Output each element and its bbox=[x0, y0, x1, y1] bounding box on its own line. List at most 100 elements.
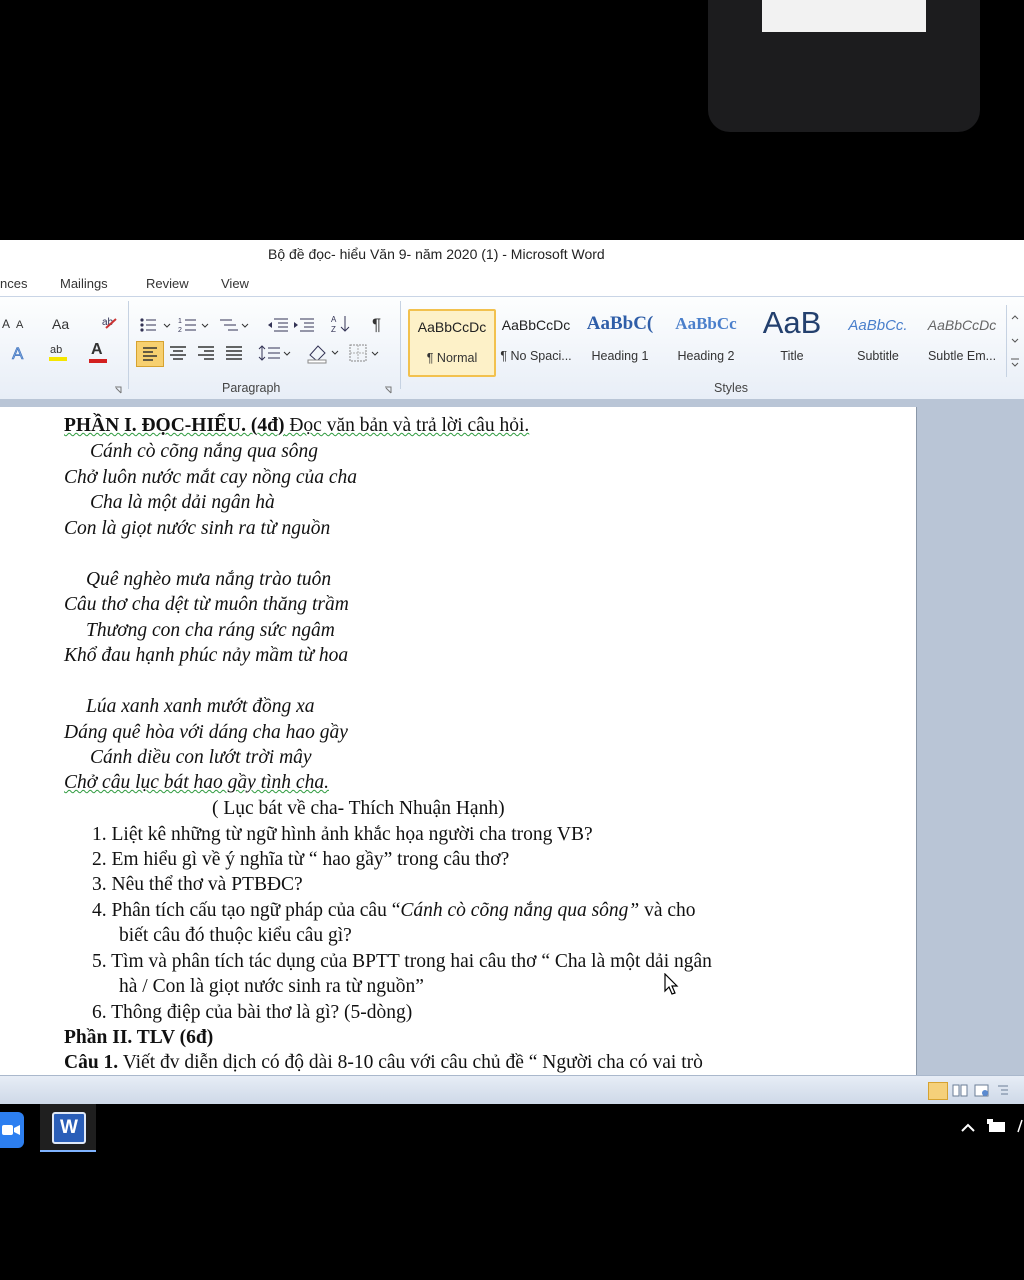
align-right-button[interactable] bbox=[194, 342, 218, 364]
style-name: Heading 2 bbox=[677, 349, 735, 363]
style-name: Subtle Em... bbox=[927, 349, 997, 363]
svg-text:1: 1 bbox=[178, 318, 182, 325]
increase-indent-icon[interactable] bbox=[292, 315, 316, 335]
full-screen-reading-view-icon[interactable] bbox=[952, 1084, 968, 1097]
style-subtle-emphasis[interactable]: AaBbCcDc Subtle Em... bbox=[920, 309, 1004, 373]
tab-mailings[interactable]: Mailings bbox=[60, 276, 108, 291]
style-heading-1[interactable]: AaBbC( Heading 1 bbox=[578, 309, 662, 373]
cau-1-text: Viết đv diễn dịch có độ dài 8-10 câu với… bbox=[118, 1052, 703, 1073]
part-2-heading: Phần II. TLV (6đ) bbox=[64, 1027, 214, 1048]
question-4-quote: Cánh cò cõng nắng qua sông” bbox=[400, 900, 640, 921]
clear-formatting-icon[interactable]: ab bbox=[100, 313, 120, 333]
bullets-icon[interactable] bbox=[138, 315, 174, 335]
font-color-bar bbox=[89, 359, 107, 363]
font-color-icon[interactable]: A bbox=[88, 341, 110, 363]
volume-icon[interactable] bbox=[1016, 1118, 1024, 1134]
line-spacing-icon[interactable] bbox=[258, 342, 292, 364]
svg-text:ab: ab bbox=[50, 344, 62, 356]
style-name: ¶ Normal bbox=[426, 351, 478, 365]
style-name: Subtitle bbox=[857, 349, 899, 363]
align-center-button[interactable] bbox=[166, 342, 190, 364]
document-page[interactable]: PHẦN I. ĐỌC-HIỂU. (4đ) Đọc văn bản và tr… bbox=[0, 407, 917, 1075]
question-5: 5. Tìm và phân tích tác dụng của BPTT tr… bbox=[92, 951, 712, 972]
show-formatting-marks-button[interactable]: ¶ bbox=[372, 315, 381, 335]
style-name: Title bbox=[780, 349, 804, 363]
style-preview: AaBbCc. bbox=[848, 317, 908, 334]
window-title: Bộ đề đọc- hiểu Văn 9- năm 2020 (1) - Mi… bbox=[268, 246, 605, 262]
poem-line: Chở luôn nước mắt cay nồng của cha bbox=[64, 467, 358, 488]
decrease-indent-icon[interactable] bbox=[266, 315, 290, 335]
outline-view-icon[interactable] bbox=[996, 1084, 1010, 1097]
paragraph-group-label: Paragraph bbox=[222, 381, 281, 395]
question-4: 4. Phân tích cấu tạo ngữ pháp của câu “C… bbox=[92, 900, 696, 922]
styles-group-label: Styles bbox=[714, 381, 749, 395]
style-preview: AaBbCcDc bbox=[501, 317, 571, 333]
question-5-line-2: hà / Con là giọt nước sinh ra từ nguồn” bbox=[119, 976, 424, 997]
sort-icon[interactable]: AZ bbox=[330, 313, 354, 335]
heading-rest: Đọc văn bản và trả lời câu hỏi. bbox=[284, 415, 530, 436]
borders-icon[interactable] bbox=[348, 343, 382, 365]
align-left-button[interactable] bbox=[136, 341, 164, 367]
paragraph-dialog-launcher-icon[interactable] bbox=[384, 383, 394, 394]
question-4-line-2: biết câu đó thuộc kiểu câu gì? bbox=[119, 925, 352, 946]
word-taskbar-button[interactable]: W bbox=[40, 1104, 96, 1152]
poem-line: Khổ đau hạnh phúc nảy mầm từ hoa bbox=[64, 645, 349, 666]
print-layout-view-icon[interactable] bbox=[928, 1082, 948, 1100]
video-overlay-preview bbox=[762, 0, 926, 32]
tab-review[interactable]: Review bbox=[146, 276, 189, 291]
poem-line: Chở câu lục bát hao gầy tình cha. bbox=[64, 772, 329, 793]
heading-bold: PHẦN I. ĐỌC-HIỂU. (4đ) bbox=[64, 415, 285, 436]
change-case-button[interactable]: Aa bbox=[52, 316, 69, 332]
styles-scroll[interactable] bbox=[1006, 305, 1023, 377]
question-4-tail: và cho bbox=[639, 900, 696, 921]
multilevel-list-icon[interactable] bbox=[218, 315, 254, 335]
justify-button[interactable] bbox=[222, 342, 246, 364]
zoom-app-icon[interactable] bbox=[0, 1112, 24, 1148]
svg-text:2: 2 bbox=[178, 327, 182, 334]
cau-1: Câu 1. Viết đv diễn dịch có độ dài 8-10 … bbox=[64, 1052, 703, 1074]
web-layout-view-icon[interactable] bbox=[974, 1084, 990, 1097]
poem-line: Cánh cò cõng nắng qua sông bbox=[90, 441, 319, 462]
style-title[interactable]: AaB Title bbox=[750, 305, 834, 373]
show-hidden-icons-chevron-icon[interactable] bbox=[960, 1120, 976, 1132]
title-bar: Bộ đề đọc- hiểu Văn 9- năm 2020 (1) - Mi… bbox=[0, 240, 1024, 270]
style-subtitle[interactable]: AaBbCc. Subtitle bbox=[836, 309, 920, 373]
question-4-lead: 4. Phân tích cấu tạo ngữ pháp của câu “ bbox=[92, 900, 401, 921]
font-dialog-launcher-icon[interactable] bbox=[114, 383, 124, 394]
poem-line: Câu thơ cha dệt từ muôn thăng trầm bbox=[64, 594, 349, 615]
grow-font-button[interactable]: A bbox=[16, 319, 23, 331]
question-1: 1. Liệt kê những từ ngữ hình ảnh khắc họ… bbox=[92, 824, 593, 845]
style-preview: AaBbCc bbox=[675, 314, 737, 333]
highlight-color-icon[interactable]: ab bbox=[48, 341, 72, 363]
network-icon[interactable] bbox=[986, 1118, 1010, 1134]
poem-source: ( Lục bát về cha- Thích Nhuận Hạnh) bbox=[212, 798, 505, 819]
tab-references[interactable]: nces bbox=[0, 276, 27, 291]
numbering-icon[interactable]: 12 bbox=[178, 315, 214, 335]
section-heading: PHẦN I. ĐỌC-HIỂU. (4đ) Đọc văn bản và tr… bbox=[64, 415, 529, 437]
svg-text:A: A bbox=[331, 315, 337, 324]
poem-line: Cánh diều con lướt trời mây bbox=[90, 747, 312, 768]
style-heading-2[interactable]: AaBbCc Heading 2 bbox=[664, 309, 748, 373]
style-name: ¶ No Spaci... bbox=[500, 349, 572, 363]
style-normal[interactable]: AaBbCcDc ¶ Normal bbox=[408, 309, 496, 377]
status-bar bbox=[0, 1075, 1024, 1105]
group-separator bbox=[400, 301, 401, 389]
tab-view[interactable]: View bbox=[221, 276, 249, 291]
shading-icon[interactable] bbox=[306, 341, 342, 365]
question-3: 3. Nêu thể thơ và PTBĐC? bbox=[92, 874, 303, 895]
style-name: Heading 1 bbox=[591, 349, 649, 363]
style-preview: AaBbCcDc bbox=[927, 317, 997, 333]
group-separator bbox=[128, 301, 129, 389]
cau-1-label: Câu 1. bbox=[64, 1052, 119, 1073]
mouse-cursor-icon bbox=[664, 972, 680, 997]
svg-text:A: A bbox=[12, 344, 24, 363]
text-effects-icon[interactable]: A bbox=[10, 343, 30, 364]
poem-line: Con là giọt nước sinh ra từ nguồn bbox=[64, 518, 331, 539]
style-no-spacing[interactable]: AaBbCcDc ¶ No Spaci... bbox=[494, 309, 578, 373]
shrink-font-button[interactable]: A bbox=[2, 317, 10, 331]
svg-text:Z: Z bbox=[331, 325, 336, 334]
ribbon: A A Aa ab A ab A 12 A Z ¶ Paragraph AaBb… bbox=[0, 296, 1024, 400]
poem-line: Lúa xanh xanh mướt đồng xa bbox=[86, 696, 315, 717]
document-area: PHẦN I. ĐỌC-HIỂU. (4đ) Đọc văn bản và tr… bbox=[0, 399, 1024, 1075]
taskbar: W bbox=[0, 1104, 1024, 1152]
